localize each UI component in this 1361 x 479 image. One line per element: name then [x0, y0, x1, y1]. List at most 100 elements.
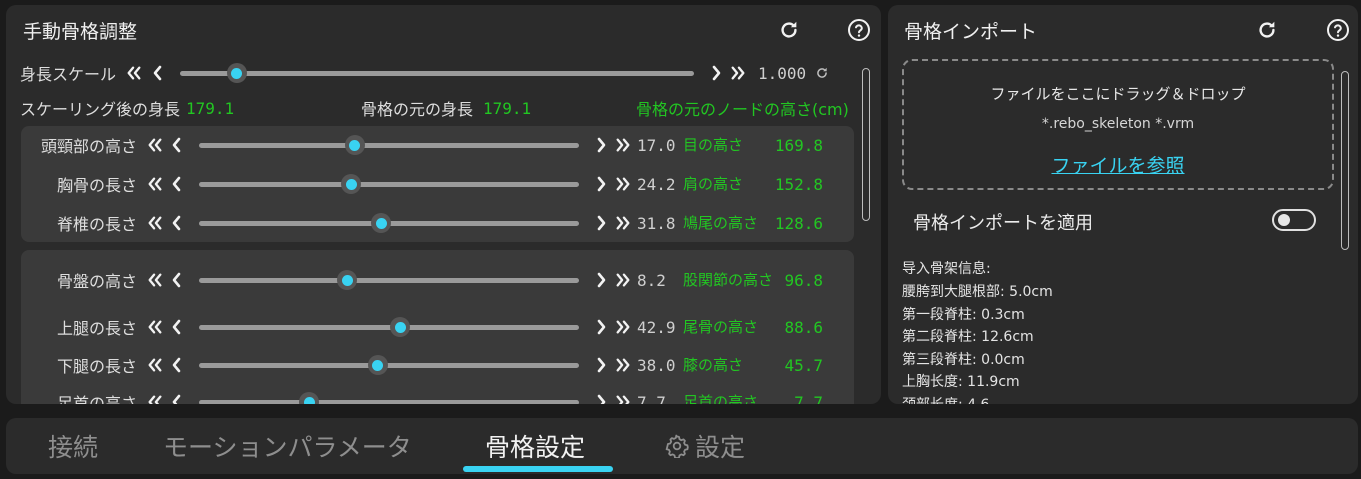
chevron-right-icon[interactable] [708, 65, 724, 81]
double-chevron-left-icon[interactable] [147, 176, 163, 192]
chevron-right-icon[interactable] [593, 137, 609, 153]
double-chevron-left-icon[interactable] [147, 394, 163, 404]
adjust-label: 下腿の長さ [56, 357, 137, 376]
help-icon[interactable] [1325, 17, 1351, 43]
node-value: 88.6 [784, 317, 823, 337]
adjust-label: 脊椎の長さ [56, 215, 137, 234]
slider-knob[interactable] [344, 135, 365, 155]
import-info-line: 腰胯到大腿根部: 5.0cm [902, 284, 1053, 300]
adjust-value: 42.9 [637, 317, 676, 337]
double-chevron-right-icon[interactable] [615, 176, 631, 192]
help-icon[interactable] [846, 17, 872, 43]
body-scale-value: 1.000 [758, 63, 807, 83]
scrollbar[interactable] [1341, 71, 1349, 250]
double-chevron-left-icon[interactable] [147, 357, 163, 373]
body-scale-label: 身長スケール [20, 65, 117, 84]
panel-title: 骨格インポート [904, 21, 1038, 43]
chevron-left-icon[interactable] [169, 394, 185, 404]
node-value: 7.7 [794, 392, 823, 405]
node-value: 128.6 [774, 213, 823, 233]
adjust-row: 足首の高さ 7.7 足首の高さ 7.7 [21, 389, 823, 404]
skeleton-import-panel: 骨格インポート ファイルをここにドラッグ＆ドロップ *.rebo_skeleto… [888, 5, 1358, 404]
adjust-slider[interactable] [199, 213, 579, 233]
file-drop-zone[interactable]: ファイルをここにドラッグ＆ドロップ *.rebo_skeleton *.vrm … [902, 59, 1334, 190]
import-info-line: 颈部长度: 4.6 [902, 394, 989, 405]
node-label: 足首の高さ [683, 393, 759, 404]
node-label: 股関節の高さ [683, 271, 774, 289]
slider-knob[interactable] [367, 355, 388, 375]
browse-file-link[interactable]: ファイルを参照 [1051, 155, 1184, 177]
bottom-tab-bar: 接続 モーションパラメータ 骨格設定 設定 [6, 418, 1358, 474]
adjust-value: 24.2 [637, 174, 676, 194]
chevron-left-icon[interactable] [169, 272, 185, 288]
chevron-right-icon[interactable] [593, 272, 609, 288]
slider-knob[interactable] [226, 63, 247, 83]
chevron-right-icon[interactable] [593, 215, 609, 231]
double-chevron-right-icon[interactable] [615, 394, 631, 404]
adjust-value: 8.2 [637, 270, 666, 290]
chevron-left-icon[interactable] [169, 137, 185, 153]
slider-knob[interactable] [371, 213, 392, 233]
double-chevron-right-icon[interactable] [615, 137, 631, 153]
double-chevron-left-icon[interactable] [147, 137, 163, 153]
import-info-header: 导入骨架信息: [902, 261, 991, 277]
node-value: 45.7 [784, 355, 823, 375]
tab-connection[interactable]: 接続 [48, 428, 98, 464]
node-label: 尾骨の高さ [683, 318, 759, 336]
chevron-left-icon[interactable] [169, 357, 185, 373]
node-value: 152.8 [774, 174, 823, 194]
slider-knob[interactable] [299, 392, 320, 404]
chevron-right-icon[interactable] [593, 357, 609, 373]
import-info-line: 第二段脊柱: 12.6cm [902, 329, 1034, 345]
tab-settings[interactable]: 設定 [665, 428, 745, 464]
double-chevron-right-icon[interactable] [615, 357, 631, 373]
node-label: 目の高さ [683, 136, 744, 154]
drop-instructions: ファイルをここにドラッグ＆ドロップ [990, 85, 1246, 103]
double-chevron-right-icon[interactable] [615, 272, 631, 288]
double-chevron-left-icon[interactable] [147, 272, 163, 288]
adjust-slider[interactable] [199, 392, 579, 404]
adjust-slider[interactable] [199, 355, 579, 375]
lower-body-group: 骨盤の高さ 8.2 股関節の高さ 96.8 上腿の長さ 42.9 尾骨の高さ 88.6 下腿の長… [21, 250, 854, 404]
adjust-row: 下腿の長さ 38.0 膝の高さ 45.7 [21, 352, 823, 378]
import-info-line: 第三段脊柱: 0.0cm [902, 351, 1025, 368]
scaled-height-label: スケーリング後の身長 [20, 100, 181, 119]
slider-knob[interactable] [341, 174, 361, 194]
slider-knob[interactable] [337, 270, 358, 290]
chevron-right-icon[interactable] [593, 176, 609, 192]
slider-knob[interactable] [390, 317, 411, 337]
apply-import-toggle[interactable] [1272, 209, 1316, 231]
adjust-row: 上腿の長さ 42.9 尾骨の高さ 88.6 [21, 314, 823, 340]
node-label: 膝の高さ [683, 356, 744, 374]
chevron-right-icon[interactable] [593, 319, 609, 335]
original-height-row: 骨格の元の身長 179.1 [361, 97, 531, 120]
double-chevron-left-icon[interactable] [147, 319, 163, 335]
node-value: 96.8 [784, 270, 823, 290]
double-chevron-right-icon[interactable] [615, 319, 631, 335]
adjust-slider[interactable] [199, 270, 579, 290]
chevron-left-icon[interactable] [150, 65, 166, 81]
chevron-left-icon[interactable] [169, 215, 185, 231]
adjust-slider[interactable] [199, 317, 579, 337]
adjust-row: 頭頸部の高さ 17.0 目の高さ 169.8 [21, 132, 823, 158]
reset-icon[interactable] [814, 65, 830, 81]
double-chevron-left-icon[interactable] [147, 215, 163, 231]
adjust-slider[interactable] [199, 174, 579, 194]
import-info-line: 第一段脊柱: 0.3cm [902, 306, 1025, 323]
body-scale-slider[interactable] [180, 63, 694, 83]
double-chevron-right-icon[interactable] [730, 65, 746, 81]
scrollbar[interactable] [862, 68, 870, 221]
active-tab-indicator [463, 466, 613, 472]
tab-skeleton-settings[interactable]: 骨格設定 [485, 428, 585, 464]
double-chevron-left-icon[interactable] [126, 65, 142, 81]
tab-motion-parameters[interactable]: モーションパラメータ [163, 428, 412, 464]
chevron-left-icon[interactable] [169, 319, 185, 335]
adjust-row: 骨盤の高さ 8.2 股関節の高さ 96.8 [21, 267, 823, 293]
chevron-right-icon[interactable] [593, 394, 609, 404]
adjust-slider[interactable] [199, 135, 579, 155]
chevron-left-icon[interactable] [169, 176, 185, 192]
refresh-icon[interactable] [1254, 17, 1280, 43]
double-chevron-right-icon[interactable] [615, 215, 631, 231]
refresh-icon[interactable] [776, 17, 802, 43]
adjust-value: 38.0 [637, 355, 676, 375]
